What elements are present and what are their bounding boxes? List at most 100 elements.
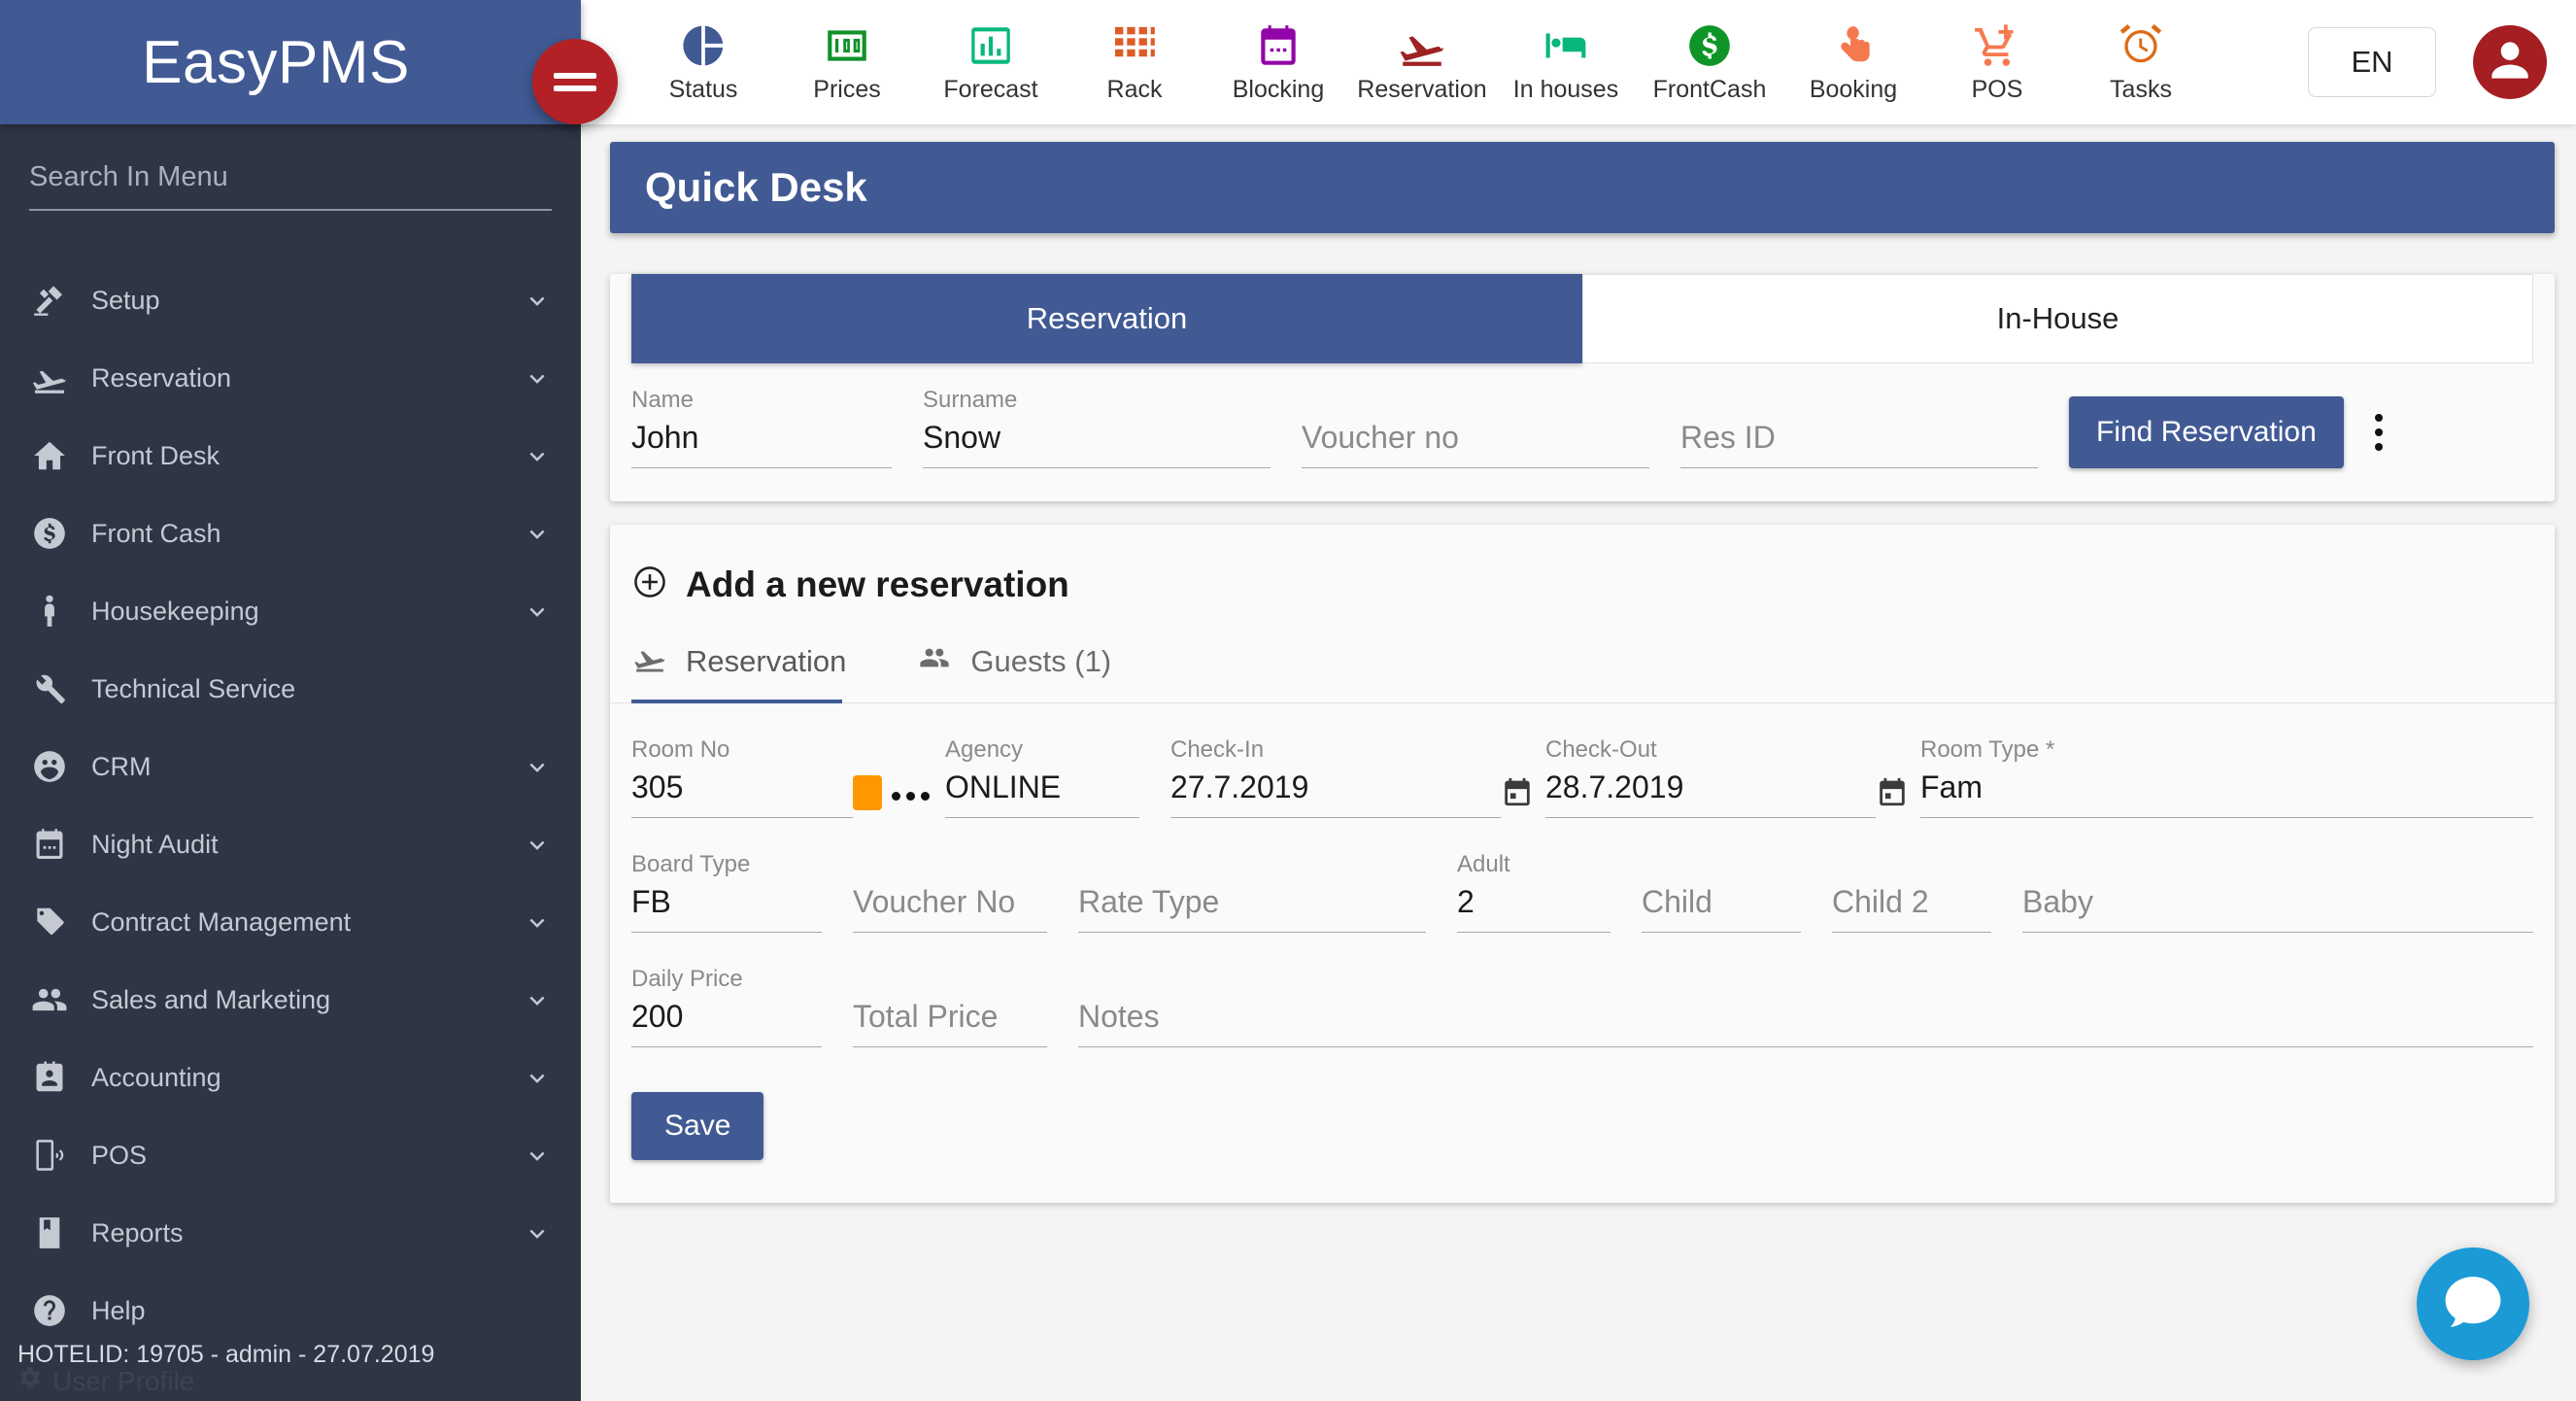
surname-input[interactable]	[923, 416, 1271, 468]
sidebar-item-housekeeping[interactable]: Housekeeping	[0, 572, 581, 650]
sidebar-item-reports[interactable]: Reports	[0, 1194, 581, 1272]
check-out-calendar-icon[interactable]	[1876, 775, 1909, 808]
topnav-item-in-houses[interactable]: In houses	[1494, 20, 1638, 104]
field-notes	[1078, 966, 2533, 1047]
room-options-icon[interactable]	[892, 792, 930, 801]
name-input[interactable]	[631, 416, 892, 468]
topnav-item-pos[interactable]: POS	[1925, 20, 2069, 104]
topnav-item-tasks[interactable]: Tasks	[2069, 20, 2213, 104]
page-title: Quick Desk	[645, 164, 867, 210]
sidebar-item-technical-service[interactable]: Technical Service	[0, 650, 581, 728]
topnav-item-label: Reservation	[1357, 76, 1487, 103]
topnav-item-status[interactable]: Status	[631, 20, 775, 104]
topnav-item-label: Forecast	[943, 76, 1038, 103]
calendar-icon	[1254, 20, 1303, 71]
chevron-down-icon[interactable]	[523, 907, 552, 937]
search-input[interactable]	[29, 154, 552, 211]
sidebar-item-contract-management[interactable]: Contract Management	[0, 883, 581, 961]
tab-in-house[interactable]: In-House	[1582, 274, 2533, 363]
field-adult-label: Adult	[1457, 851, 1510, 877]
sidebar-item-accounting[interactable]: Accounting	[0, 1039, 581, 1116]
topnav-item-blocking[interactable]: Blocking	[1206, 20, 1350, 104]
tab-reservation[interactable]: Reservation	[631, 274, 1582, 363]
user-profile-link[interactable]: User Profile	[17, 1365, 581, 1397]
topnav-item-frontcash[interactable]: FrontCash	[1638, 20, 1781, 104]
chevron-down-icon[interactable]	[523, 597, 552, 626]
field-board-type-label: Board Type	[631, 851, 751, 877]
voucher-no-input[interactable]	[1302, 416, 1649, 468]
chat-bubble-icon	[2443, 1274, 2503, 1335]
chevron-down-icon[interactable]	[523, 519, 552, 548]
res-id-input[interactable]	[1680, 416, 2038, 468]
field-check-in: Check-In	[1170, 736, 1501, 818]
price-100-icon	[823, 20, 871, 71]
chevron-down-icon[interactable]	[523, 752, 552, 781]
sidebar-item-crm[interactable]: CRM	[0, 728, 581, 805]
topnav-item-forecast[interactable]: Forecast	[919, 20, 1063, 104]
chevron-down-icon[interactable]	[523, 286, 552, 315]
topnav-item-booking[interactable]: Booking	[1781, 20, 1925, 104]
check-out-input[interactable]	[1545, 766, 1876, 818]
chevron-down-icon[interactable]	[523, 1218, 552, 1247]
agency-input[interactable]	[945, 766, 1139, 818]
menu-toggle-button[interactable]	[532, 39, 618, 124]
plane-landing-icon	[27, 356, 72, 400]
room-status-chip	[853, 775, 882, 810]
topnav-item-label: Rack	[1106, 76, 1163, 103]
total-price-input[interactable]	[853, 995, 1047, 1047]
sidebar-menu: Setup Reservation Front Desk Front Cash Hous…	[0, 261, 581, 1401]
chevron-down-icon[interactable]	[523, 1063, 552, 1092]
topnav-item-reservation[interactable]: Reservation	[1350, 20, 1494, 104]
find-reservation-button[interactable]: Find Reservation	[2069, 396, 2344, 468]
topnav-item-rack[interactable]: Rack	[1063, 20, 1206, 104]
plus-circle-icon	[631, 564, 668, 605]
add-reservation-title: Add a new reservation	[686, 564, 1069, 604]
child-2-input[interactable]	[1832, 880, 1991, 933]
check-in-calendar-icon[interactable]	[1501, 775, 1534, 808]
notes-input[interactable]	[1078, 995, 2533, 1047]
field-surname: Surname	[923, 387, 1302, 468]
board-type-input[interactable]	[631, 880, 822, 933]
plane-landing-icon	[1398, 20, 1446, 71]
baby-input[interactable]	[2022, 880, 2533, 933]
save-button[interactable]: Save	[631, 1092, 764, 1160]
kebab-menu-icon[interactable]	[2352, 396, 2406, 468]
sidebar-item-front-desk[interactable]: Front Desk	[0, 417, 581, 495]
topnav-item-prices[interactable]: Prices	[775, 20, 919, 104]
chevron-down-icon[interactable]	[523, 363, 552, 393]
reservation-search-card: Reservation In-House Name Surname	[610, 274, 2555, 501]
sidebar-item-front-cash[interactable]: Front Cash	[0, 495, 581, 572]
daily-price-input[interactable]	[631, 995, 822, 1047]
chevron-down-icon[interactable]	[523, 830, 552, 859]
main-area: Status Prices Forecast Rack Blocking Reservat…	[581, 0, 2576, 1401]
chat-widget-button[interactable]	[2417, 1247, 2529, 1360]
room-no-input[interactable]	[631, 766, 853, 818]
chevron-down-icon[interactable]	[523, 1141, 552, 1170]
sidebar-item-help[interactable]: Help	[0, 1272, 581, 1350]
avatar[interactable]	[2473, 25, 2547, 99]
sidebar-item-label: Reports	[91, 1217, 184, 1247]
sidebar-item-reservation[interactable]: Reservation	[0, 339, 581, 417]
sidebar-item-label: Sales and Marketing	[91, 984, 331, 1014]
subtab-reservation[interactable]: Reservation	[631, 642, 879, 703]
bar-chart-icon	[966, 20, 1015, 71]
person-icon	[27, 589, 72, 633]
field-daily-price-label: Daily Price	[631, 966, 743, 992]
adult-input[interactable]	[1457, 880, 1610, 933]
chevron-down-icon[interactable]	[523, 985, 552, 1014]
book-icon	[27, 1211, 72, 1255]
sidebar-item-sales-and-marketing[interactable]: Sales and Marketing	[0, 961, 581, 1039]
check-in-input[interactable]	[1170, 766, 1501, 818]
sidebar-item-pos[interactable]: POS	[0, 1116, 581, 1194]
language-button[interactable]: EN	[2308, 27, 2436, 97]
sidebar-item-night-audit[interactable]: Night Audit	[0, 805, 581, 883]
rate-type-input[interactable]	[1078, 880, 1426, 933]
subtab-guests[interactable]: Guests (1)	[916, 642, 1144, 702]
chevron-down-icon[interactable]	[523, 441, 552, 470]
user-profile-label: User Profile	[52, 1365, 195, 1396]
child-input[interactable]	[1642, 880, 1801, 933]
voucher-no-2-input[interactable]	[853, 880, 1047, 933]
topnav-item-label: Status	[668, 76, 738, 103]
room-type-input[interactable]	[1920, 766, 2533, 818]
sidebar-item-setup[interactable]: Setup	[0, 261, 581, 339]
